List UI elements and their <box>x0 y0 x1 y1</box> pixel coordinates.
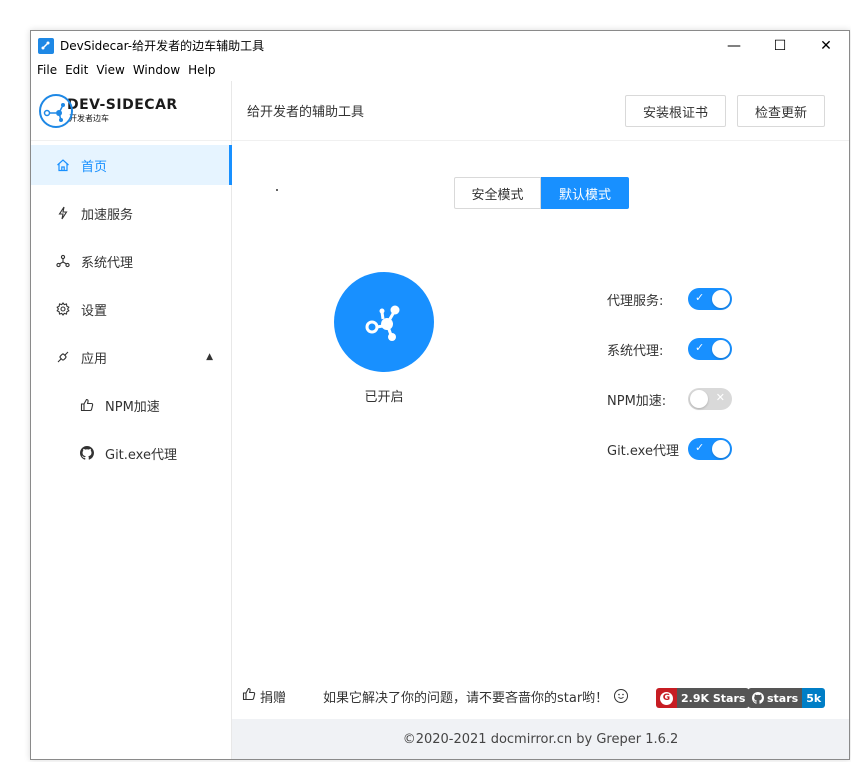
switch-label: NPM加速: <box>607 393 667 409</box>
home-icon <box>55 157 71 173</box>
mode-selector: 安全模式 默认模式 <box>454 177 629 209</box>
menu-bar: File Edit View Window Help <box>31 60 224 80</box>
chevron-up-icon[interactable]: ▲ <box>206 352 213 362</box>
network-icon <box>55 253 71 269</box>
slogan-text: 如果它解决了你的问题，请不要吝啬你的star哟！ <box>323 690 609 706</box>
npm-acceleration-switch[interactable]: ✕ <box>688 388 732 410</box>
app-icon <box>38 37 54 54</box>
default-mode-button[interactable]: 默认模式 <box>541 177 629 209</box>
install-cert-button[interactable]: 安装根证书 <box>625 95 726 127</box>
maximize-button[interactable]: ☐ <box>757 31 803 60</box>
thunderbolt-icon <box>55 205 71 221</box>
logo-text: DEV-SIDECAR <box>67 97 178 113</box>
menu-window[interactable]: Window <box>133 63 180 77</box>
check-update-button[interactable]: 检查更新 <box>737 95 825 127</box>
check-icon: ✓ <box>695 341 705 354</box>
sidebar-item-label: 首页 <box>81 159 108 175</box>
menu-file[interactable]: File <box>37 63 57 77</box>
window-title: DevSidecar-给开发者的边车辅助工具 <box>60 39 265 53</box>
close-button[interactable]: ✕ <box>803 31 849 60</box>
page-title: 给开发者的辅助工具 <box>247 105 365 120</box>
git-proxy-switch[interactable]: ✓ <box>688 438 732 460</box>
minimize-button[interactable]: — <box>711 31 757 60</box>
donate-label: 捐赠 <box>260 690 287 706</box>
switch-label: 代理服务: <box>607 293 664 309</box>
sidebar-item-npm[interactable]: NPM加速 <box>31 385 231 425</box>
check-icon: ✓ <box>695 441 705 454</box>
github-stars-badge[interactable]: stars 5k <box>748 688 826 708</box>
footer-bar: 捐赠 如果它解决了你的问题，请不要吝啬你的star哟！ G 2.9K Stars… <box>232 681 849 711</box>
logo-icon <box>39 93 73 128</box>
api-icon <box>55 349 71 365</box>
check-icon: ✓ <box>695 291 705 304</box>
switch-label: 系统代理: <box>607 343 664 359</box>
github-badge-label: stars <box>748 688 803 708</box>
proxy-toggle-button[interactable] <box>334 272 434 372</box>
main-content: 安全模式 默认模式 已开启 代理服务: ✓ 系统代理: ✓ NPM加速: ✕ G… <box>232 142 849 708</box>
switch-row-git: Git.exe代理 ✓ <box>607 437 732 461</box>
switch-row-system-proxy: 系统代理: ✓ <box>607 337 732 361</box>
sidebar-item-label: 系统代理 <box>81 255 134 271</box>
slogan: 如果它解决了你的问题，请不要吝啬你的star哟！ <box>323 687 629 706</box>
sidebar-item-git[interactable]: Git.exe代理 <box>31 433 231 473</box>
sidebar-item-acceleration[interactable]: 加速服务 <box>31 193 231 233</box>
title-bar: DevSidecar-给开发者的边车辅助工具 — ☐ ✕ <box>31 31 849 60</box>
sidebar-item-label: 应用 <box>81 351 108 367</box>
like-icon <box>79 397 95 413</box>
sidebar-item-label: NPM加速 <box>105 399 160 415</box>
smile-icon <box>614 689 629 703</box>
sidebar-item-label: Git.exe代理 <box>105 447 177 463</box>
app-window: DevSidecar-给开发者的边车辅助工具 — ☐ ✕ File Edit V… <box>30 30 850 760</box>
gear-icon <box>55 301 71 317</box>
gitee-stars-badge[interactable]: G 2.9K Stars <box>656 688 750 708</box>
copyright-text: ©2020-2021 docmirror.cn by Greper 1.6.2 <box>402 731 679 747</box>
github-icon <box>752 692 764 704</box>
gitee-icon: G <box>656 688 677 708</box>
menu-edit[interactable]: Edit <box>65 63 88 77</box>
sidebar: DEV-SIDECAR 开发者边车 首页 加速服务 系统代理 设置 应用 ▲ N… <box>31 81 232 759</box>
menu-view[interactable]: View <box>96 63 124 77</box>
menu-help[interactable]: Help <box>188 63 215 77</box>
sidebar-item-label: 设置 <box>81 303 108 319</box>
proxy-status-label: 已开启 <box>364 390 404 405</box>
close-icon: ✕ <box>715 391 725 404</box>
donate-link[interactable]: 捐赠 <box>242 687 286 706</box>
system-proxy-switch[interactable]: ✓ <box>688 338 732 360</box>
github-icon <box>79 445 95 461</box>
sidebar-item-home[interactable]: 首页 <box>31 145 232 185</box>
switch-row-proxy-service: 代理服务: ✓ <box>607 287 732 311</box>
github-star-count: 5k <box>802 688 826 708</box>
switch-label: Git.exe代理 <box>607 443 679 459</box>
switch-row-npm: NPM加速: ✕ <box>607 387 732 411</box>
logo-subtext: 开发者边车 <box>69 114 109 123</box>
sidebar-item-settings[interactable]: 设置 <box>31 289 231 329</box>
sidebar-item-label: 加速服务 <box>81 207 134 223</box>
share-icon <box>365 305 400 341</box>
like-icon <box>242 687 256 705</box>
sidebar-item-apps[interactable]: 应用 ▲ <box>31 337 231 377</box>
safe-mode-button[interactable]: 安全模式 <box>454 177 541 209</box>
page-header: 给开发者的辅助工具 安装根证书 检查更新 <box>232 81 849 141</box>
proxy-service-switch[interactable]: ✓ <box>688 288 732 310</box>
logo: DEV-SIDECAR 开发者边车 <box>31 81 231 141</box>
copyright-footer: ©2020-2021 docmirror.cn by Greper 1.6.2 <box>232 719 849 759</box>
decor-dot <box>276 189 278 191</box>
gitee-star-count: 2.9K Stars <box>677 688 750 708</box>
sidebar-item-system-proxy[interactable]: 系统代理 <box>31 241 231 281</box>
sidebar-nav: 首页 加速服务 系统代理 设置 应用 ▲ NPM加速 Git.exe代理 <box>31 145 232 473</box>
